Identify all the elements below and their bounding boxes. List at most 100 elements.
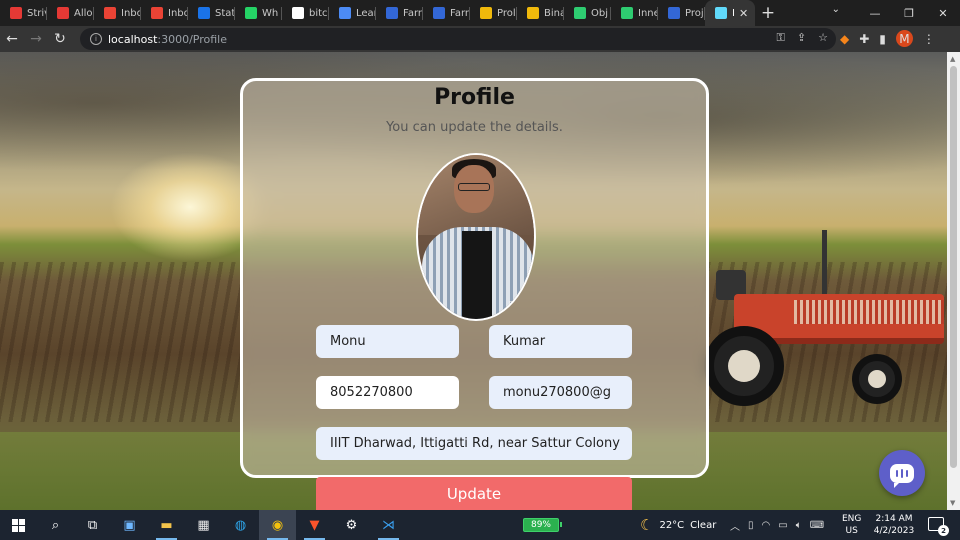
store-icon[interactable]: ▦ — [185, 510, 222, 540]
tab-label: Farn — [403, 7, 423, 19]
edge-icon[interactable]: ◍ — [222, 510, 259, 540]
infinity-icon — [621, 7, 633, 19]
gmail-icon — [151, 7, 163, 19]
browser-tab[interactable]: Inne — [611, 0, 658, 26]
react-icon — [715, 7, 727, 19]
show-hidden-icons-chevron-icon[interactable]: ︿ — [730, 518, 740, 533]
striver-icon — [10, 7, 22, 19]
diamond-icon — [339, 7, 351, 19]
task-view-icon[interactable]: ⧉ — [74, 510, 111, 540]
keyboard-icon[interactable]: ⌨ — [810, 520, 824, 531]
url-path: :3000/Profile — [157, 32, 227, 46]
update-button[interactable]: Update — [316, 477, 632, 510]
bookmark-star-icon[interactable]: ☆ — [818, 31, 828, 45]
page-scrollbar[interactable]: ▲ ▼ — [947, 52, 960, 510]
tab-label: Striv — [27, 7, 47, 19]
minimize-icon[interactable]: — — [858, 0, 892, 26]
battery-indicator[interactable]: 89% — [523, 518, 562, 532]
info-icon[interactable]: i — [90, 33, 102, 45]
address-field[interactable]: IIIT Dharwad, Ittigatti Rd, near Sattur … — [316, 427, 632, 460]
browser-tab[interactable]: Inbo — [141, 0, 188, 26]
close-window-icon[interactable]: ✕ — [926, 0, 960, 26]
temperature: 22°C — [659, 519, 685, 531]
volume-icon[interactable]: 🔈︎ — [796, 520, 802, 531]
settings-gear-icon[interactable]: ⚙ — [333, 510, 370, 540]
restore-icon[interactable]: ❐ — [892, 0, 926, 26]
document-icon — [433, 7, 445, 19]
menu-kebab-icon[interactable]: ⋮ — [923, 32, 935, 46]
tab-label: Farn — [450, 7, 470, 19]
browser-tab[interactable]: Prol — [470, 0, 517, 26]
browser-tab[interactable]: Wh — [235, 0, 282, 26]
widgets-icon[interactable]: ▣ — [111, 510, 148, 540]
browser-tab[interactable]: Obj — [564, 0, 611, 26]
profile-photo[interactable]: Pix — [416, 153, 536, 321]
key-icon[interactable]: ⚿ — [777, 31, 785, 45]
weather-status: Clear — [690, 519, 717, 531]
first-name-field[interactable]: Monu — [316, 325, 459, 358]
email-field[interactable]: monu270800@g — [489, 376, 632, 409]
clock[interactable]: 2:14 AM 4/2/2023 — [872, 513, 916, 537]
browser-tab[interactable]: bitc — [282, 0, 329, 26]
contact-card-icon — [198, 7, 210, 19]
tab-label: Allo — [74, 7, 93, 19]
metamask-icon[interactable]: ◆ — [840, 32, 849, 46]
search-icon[interactable]: ⌕ — [37, 510, 74, 540]
forward-arrow-icon[interactable]: → — [24, 31, 48, 47]
chat-button[interactable] — [879, 450, 925, 496]
browser-tab[interactable]: Proj — [658, 0, 705, 26]
browser-tab[interactable]: Lear — [329, 0, 376, 26]
browser-tab[interactable]: Farn — [423, 0, 470, 26]
tab-label: Inne — [638, 7, 658, 19]
document-icon — [668, 7, 680, 19]
tab-label: Stati — [215, 7, 235, 19]
profile-avatar[interactable]: M — [895, 30, 913, 47]
chat-icon — [890, 463, 914, 488]
browser-tab[interactable]: Bina — [517, 0, 564, 26]
infinity-icon — [574, 7, 586, 19]
notification-count: 2 — [938, 525, 949, 536]
brave-icon[interactable]: ▼ — [296, 510, 333, 540]
scrollbar-thumb[interactable] — [950, 66, 957, 468]
share-icon[interactable]: ⇪ — [797, 31, 806, 45]
battery-tray-icon[interactable]: ▭ — [778, 520, 787, 531]
browser-tab[interactable]: Inbo — [94, 0, 141, 26]
clock-time: 2:14 AM — [875, 514, 913, 524]
browser-tab[interactable]: Striv — [0, 0, 47, 26]
browser-tab[interactable]: Stati — [188, 0, 235, 26]
windows-logo-icon — [12, 518, 25, 532]
tab-label: Inbo — [168, 7, 188, 19]
close-tab-icon[interactable]: ✕ — [739, 7, 748, 20]
language-indicator[interactable]: ENG US — [842, 513, 861, 537]
start-button[interactable] — [0, 510, 37, 540]
scroll-up-icon[interactable]: ▲ — [950, 55, 955, 63]
vscode-icon[interactable]: ⋊ — [370, 510, 407, 540]
binance-icon — [527, 7, 539, 19]
phone-link-icon[interactable]: ▯ — [748, 520, 754, 531]
wifi-icon[interactable]: ◠ — [762, 520, 771, 531]
new-tab-button[interactable]: + — [755, 0, 781, 26]
tab-search-icon[interactable]: ⌄ — [832, 4, 840, 15]
photo-watermark: Pix — [508, 300, 520, 309]
back-arrow-icon[interactable]: ← — [0, 31, 24, 47]
chrome-icon[interactable]: ◉ — [259, 510, 296, 540]
extensions-puzzle-icon[interactable]: ✚ — [859, 32, 869, 46]
file-explorer-icon[interactable]: ▬ — [148, 510, 185, 540]
striver-icon — [57, 7, 69, 19]
browser-tab[interactable]: I ✕ — [705, 0, 755, 26]
reload-icon[interactable]: ↻ — [48, 31, 72, 47]
page-title: Profile — [434, 85, 515, 110]
phone-field[interactable]: 8052270800 — [316, 376, 459, 409]
notification-center-icon[interactable]: 2 — [928, 517, 949, 536]
gmail-icon — [104, 7, 116, 19]
scroll-down-icon[interactable]: ▼ — [950, 499, 955, 507]
tab-label: Bina — [544, 7, 564, 19]
browser-tab[interactable]: Farn — [376, 0, 423, 26]
browser-tab[interactable]: Allo — [47, 0, 94, 26]
language-code: ENG — [842, 514, 862, 524]
taskbar: ⌕ ⧉ ▣ ▬ ▦ ◍ ◉ ▼ ⚙ ⋊ 89% ☾ 22°C Clear ︿ ▯… — [0, 510, 960, 540]
address-bar[interactable]: i localhost:3000/Profile ⚿ ⇪ ☆ — [80, 28, 836, 50]
side-panel-icon[interactable]: ▮ — [879, 32, 886, 46]
last-name-field[interactable]: Kumar — [489, 325, 632, 358]
weather-widget[interactable]: ☾ 22°C Clear — [640, 510, 716, 540]
